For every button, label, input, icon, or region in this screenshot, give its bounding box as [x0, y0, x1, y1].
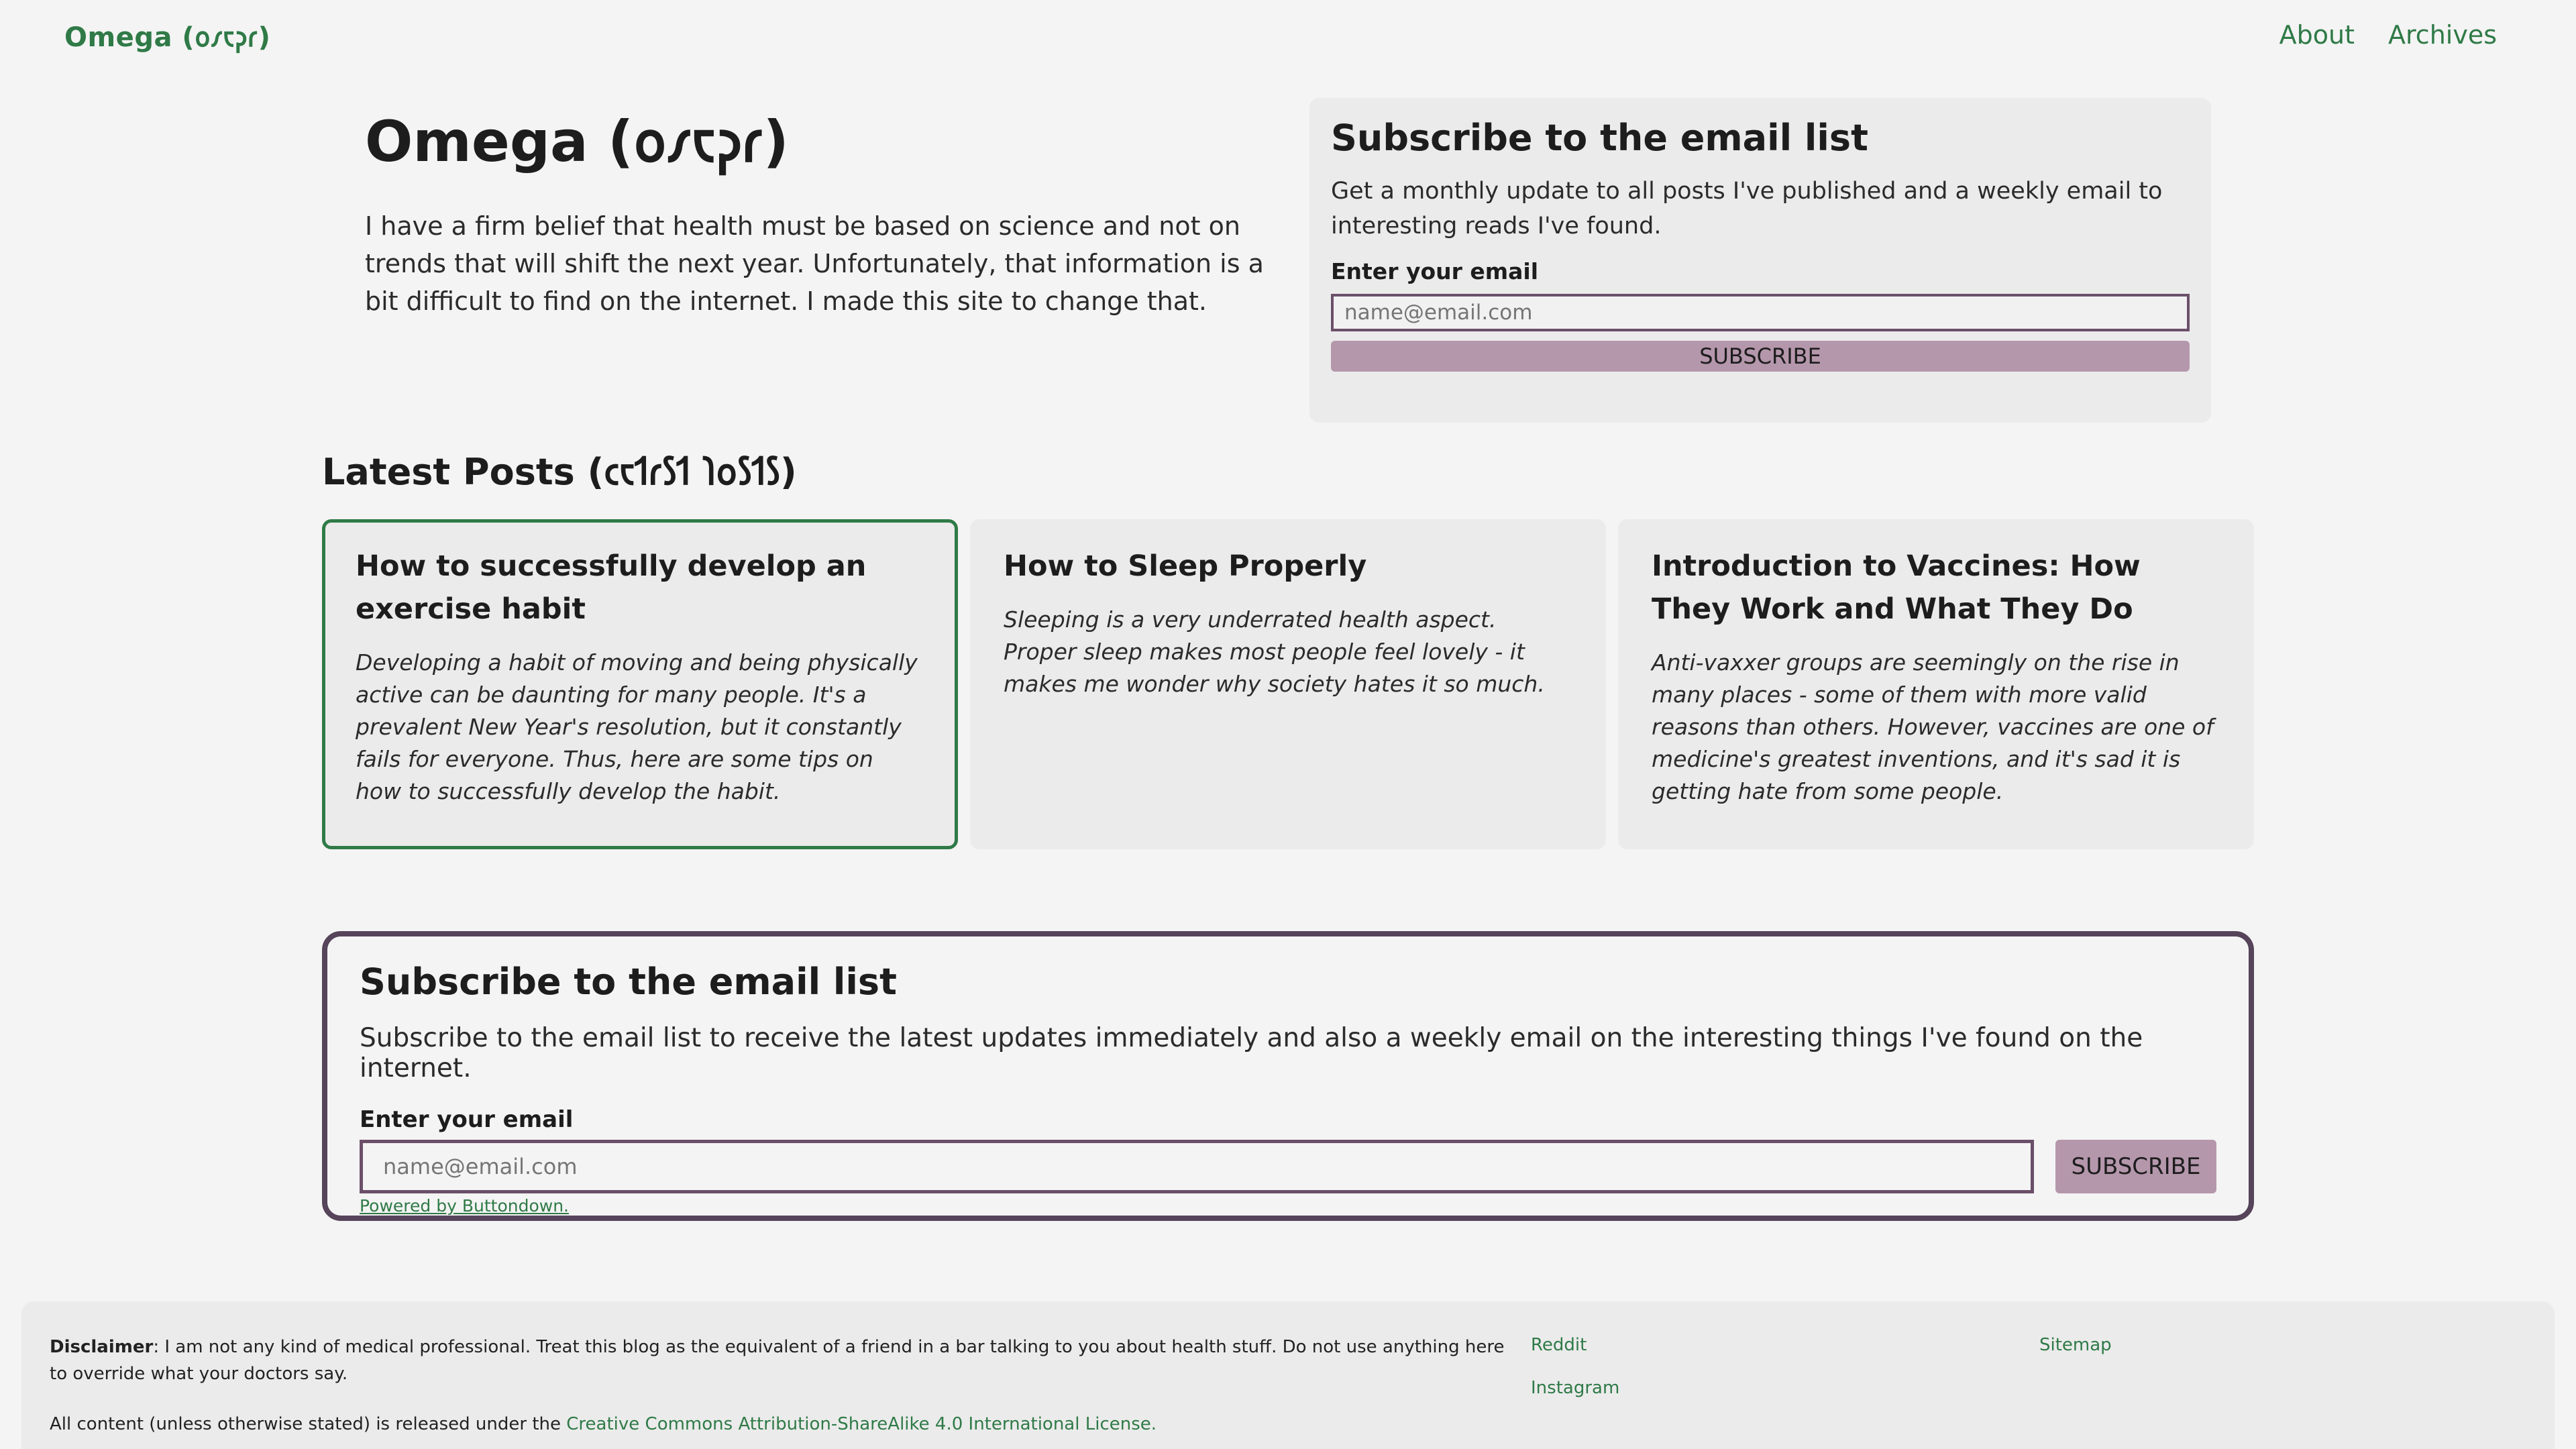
hero-section: Omega (𐑴𐑥𐑱𐑜𐑩) I have a firm belief that … — [365, 101, 1291, 320]
license-notice: All content (unless otherwise stated) is… — [50, 1414, 1157, 1434]
subscribe-card-title: Subscribe to the email list — [1331, 117, 1868, 159]
post-card[interactable]: How to successfully develop an exercise … — [322, 519, 958, 849]
newsletter-description: Subscribe to the email list to receive t… — [360, 1023, 2143, 1083]
top-navigation: Omega (𐑴𐑥𐑱𐑜𐑩) About Archives — [0, 0, 2576, 74]
post-list: How to successfully develop an exercise … — [322, 519, 2254, 849]
email-label: Enter your email — [1331, 258, 1539, 284]
newsletter-email-field[interactable] — [360, 1140, 2034, 1193]
email-field[interactable] — [1331, 294, 2190, 331]
footer-instagram-link[interactable]: Instagram — [1531, 1378, 1619, 1398]
latest-posts-heading: Latest Posts (𐑤𐑱𐑑𐑩𐑕𐑑 𐑐𐑴𐑕𐑑𐑕) — [322, 451, 797, 493]
post-excerpt: Anti-vaxxer groups are seemingly on the … — [1652, 649, 2214, 804]
page-title: Omega (𐑴𐑥𐑱𐑜𐑩) — [365, 109, 789, 174]
post-title[interactable]: Introduction to Vaccines: How They Work … — [1652, 545, 2220, 631]
post-title[interactable]: How to successfully develop an exercise … — [356, 545, 924, 631]
post-excerpt: Developing a habit of moving and being p… — [356, 649, 918, 804]
subscribe-card: Subscribe to the email list Get a monthl… — [1309, 98, 2211, 423]
powered-by-buttondown-link[interactable]: Powered by Buttondown. — [360, 1196, 2216, 1216]
post-excerpt: Sleeping is a very underrated health asp… — [1004, 606, 1545, 697]
site-brand-link[interactable]: Omega (𐑴𐑥𐑱𐑜𐑩) — [64, 17, 270, 54]
post-card[interactable]: Introduction to Vaccines: How They Work … — [1618, 519, 2254, 849]
main-nav: About Archives — [2279, 20, 2497, 50]
subscribe-card-description: Get a monthly update to all posts I've p… — [1331, 178, 2163, 239]
footer-sitemap-link[interactable]: Sitemap — [2039, 1335, 2112, 1355]
newsletter-title: Subscribe to the email list — [360, 961, 897, 1003]
post-title[interactable]: How to Sleep Properly — [1004, 545, 1572, 588]
footer-reddit-link[interactable]: Reddit — [1531, 1335, 1587, 1355]
subscribe-button[interactable]: SUBSCRIBE — [1331, 341, 2190, 372]
newsletter-email-label: Enter your email — [360, 1106, 574, 1133]
disclaimer-label: Disclaimer — [50, 1337, 154, 1357]
newsletter-form-row: SUBSCRIBE — [360, 1140, 2216, 1193]
license-link[interactable]: Creative Commons Attribution-ShareAlike … — [566, 1414, 1157, 1434]
newsletter-box: Subscribe to the email list Subscribe to… — [322, 931, 2254, 1221]
post-card[interactable]: How to Sleep Properly Sleeping is a very… — [970, 519, 1606, 849]
disclaimer-text: : I am not any kind of medical professio… — [50, 1337, 1505, 1384]
disclaimer: Disclaimer: I am not any kind of medical… — [50, 1334, 1512, 1387]
nav-about-link[interactable]: About — [2279, 20, 2355, 50]
license-prefix: All content (unless otherwise stated) is… — [50, 1414, 567, 1434]
newsletter-subscribe-button[interactable]: SUBSCRIBE — [2055, 1140, 2216, 1193]
site-description: I have a firm belief that health must be… — [365, 211, 1264, 316]
site-footer: Disclaimer: I am not any kind of medical… — [21, 1301, 2555, 1449]
nav-archives-link[interactable]: Archives — [2388, 20, 2497, 50]
